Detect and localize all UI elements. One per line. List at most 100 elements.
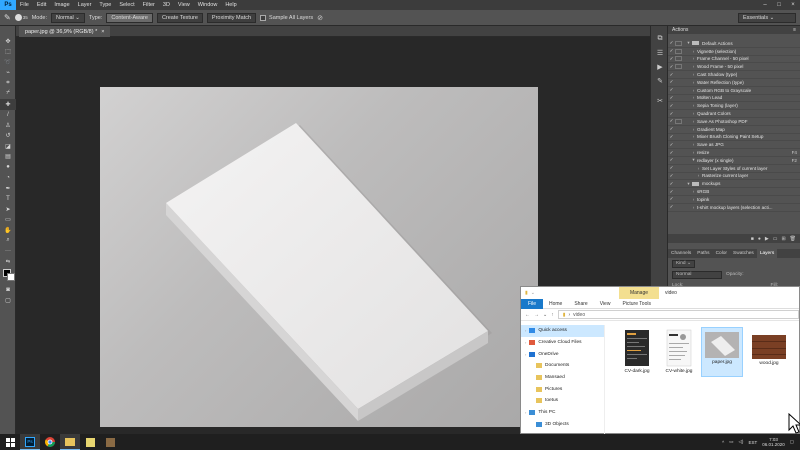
pressure-size-icon[interactable]: ⊘: [317, 14, 323, 22]
expand-triangle-icon[interactable]: ›: [690, 134, 697, 139]
background-color-swatch[interactable]: [7, 273, 15, 281]
blur-tool-icon[interactable]: ●: [0, 162, 16, 173]
expand-triangle-icon[interactable]: ›: [690, 150, 697, 155]
blend-mode-select[interactable]: Normal: [672, 270, 722, 279]
menu-file[interactable]: File: [16, 2, 33, 8]
clone-stamp-tool-icon[interactable]: ♙: [0, 120, 16, 131]
network-icon[interactable]: ▭: [729, 439, 733, 445]
forward-arrow-icon[interactable]: →: [534, 312, 539, 318]
nav-item[interactable]: Pictures: [521, 383, 604, 395]
expand-triangle-icon[interactable]: ›: [690, 88, 697, 93]
address-bar[interactable]: ▮ › video: [557, 310, 799, 319]
dialog-toggle-box[interactable]: [675, 95, 682, 100]
file-item[interactable]: CV-white.jpg: [661, 329, 697, 374]
expand-triangle-icon[interactable]: ›: [690, 56, 697, 61]
document-tab-close-icon[interactable]: ×: [101, 29, 104, 35]
content-aware-button[interactable]: Content-Aware: [106, 12, 153, 23]
volume-icon[interactable]: ◁): [738, 439, 743, 445]
dialog-toggle-box[interactable]: [675, 40, 682, 46]
dialog-toggle-box[interactable]: [675, 88, 682, 93]
eraser-tool-icon[interactable]: ◪: [0, 141, 16, 152]
lasso-tool-icon[interactable]: ➰: [0, 57, 16, 68]
ribbon-tab-picture-tools[interactable]: Picture Tools: [616, 301, 657, 307]
taskbar-sticky-notes[interactable]: [80, 434, 100, 450]
chevron-right-icon[interactable]: ›: [525, 352, 526, 357]
dialog-toggle-box[interactable]: [675, 189, 682, 194]
dialog-toggle-box[interactable]: [675, 64, 682, 70]
action-row[interactable]: ✓ ▾ Default Actions: [668, 40, 800, 48]
actions-panel-icon[interactable]: ▶: [651, 60, 669, 74]
nav-item[interactable]: › Creative Cloud Files: [521, 337, 604, 349]
recent-locations-icon[interactable]: ⌄: [543, 312, 547, 318]
taskbar-explorer[interactable]: [60, 434, 80, 450]
menu-image[interactable]: Image: [50, 2, 73, 8]
action-row[interactable]: ✓ › t-shirt mockup layers (selection acti.…: [668, 204, 800, 212]
expand-triangle-icon[interactable]: ›: [690, 72, 697, 77]
chevron-right-icon[interactable]: ›: [525, 328, 526, 333]
move-tool-icon[interactable]: ✥: [0, 36, 16, 47]
action-toggle-check[interactable]: ✓: [668, 118, 675, 124]
action-row[interactable]: ✓ › Vignette (selection): [668, 48, 800, 56]
taskbar-chrome[interactable]: [40, 434, 60, 450]
nav-item[interactable]: Documents: [521, 360, 604, 372]
brush-tool-icon[interactable]: /: [0, 110, 16, 121]
expand-triangle-icon[interactable]: ›: [690, 49, 697, 54]
action-row[interactable]: ✓ › Wood Frame - 50 pixel: [668, 63, 800, 72]
action-row[interactable]: ✓ › Gradient Map: [668, 126, 800, 134]
ribbon-tab-view[interactable]: View: [594, 301, 617, 307]
ribbon-tab-share[interactable]: Share: [568, 301, 593, 307]
panel-tab-color[interactable]: Color: [713, 251, 730, 256]
chevron-right-icon[interactable]: ›: [525, 410, 526, 415]
expand-triangle-icon[interactable]: ›: [690, 189, 697, 194]
stop-icon[interactable]: ■: [751, 236, 754, 242]
ribbon-tab-file[interactable]: File: [521, 298, 543, 309]
swap-colors-icon[interactable]: ⇆: [0, 257, 16, 268]
brush-panel-icon[interactable]: ✎: [651, 74, 669, 88]
action-row[interactable]: ✓ › Mixer Brush Cloning Paint Setup: [668, 134, 800, 142]
document-tab[interactable]: paper.jpg @ 36,9% (RGB/8) * ×: [19, 26, 111, 37]
menu-type[interactable]: Type: [95, 2, 115, 8]
screen-mode-icon[interactable]: ▢: [0, 296, 16, 307]
action-row[interactable]: ✓ › Quadrant Colors: [668, 110, 800, 118]
brush-preset-picker[interactable]: 35: [14, 14, 28, 21]
dialog-toggle-box[interactable]: [675, 205, 682, 210]
expand-triangle-icon[interactable]: ›: [690, 127, 697, 132]
ribbon-tab-home[interactable]: Home: [543, 301, 568, 307]
chevron-right-icon[interactable]: ›: [525, 340, 526, 345]
spot-healing-tool-icon[interactable]: ✚: [0, 99, 16, 110]
clock[interactable]: 7:03 06.01.2020: [762, 437, 785, 448]
properties-panel-icon[interactable]: ☰: [651, 46, 669, 60]
menu-filter[interactable]: Filter: [139, 2, 159, 8]
menu-view[interactable]: View: [174, 2, 194, 8]
action-toggle-check[interactable]: ✓: [668, 64, 675, 70]
action-toggle-check[interactable]: ✓: [668, 56, 675, 62]
tools-presets-icon[interactable]: ✂: [651, 94, 669, 108]
show-hidden-icons-icon[interactable]: ^: [722, 440, 724, 445]
action-row[interactable]: ✓ › Molten Lead: [668, 95, 800, 103]
dialog-toggle-box[interactable]: [675, 142, 682, 147]
action-toggle-check[interactable]: ✓: [668, 48, 675, 54]
workspace-select[interactable]: Essentials ⌄: [738, 12, 796, 23]
expand-triangle-icon[interactable]: ›: [690, 119, 697, 124]
notifications-icon[interactable]: ▢: [790, 439, 794, 445]
action-row[interactable]: ✓ ▾ mockups: [668, 180, 800, 189]
expand-triangle-icon[interactable]: ›: [690, 197, 697, 202]
delete-icon[interactable]: 🗑: [790, 236, 796, 242]
nav-item[interactable]: toetus: [521, 395, 604, 407]
expand-triangle-icon[interactable]: ▾: [690, 157, 697, 163]
action-toggle-check[interactable]: ✓: [668, 79, 675, 85]
action-toggle-check[interactable]: ✓: [668, 126, 675, 132]
action-row[interactable]: ✓ › Frame Channel - 50 pixel: [668, 56, 800, 64]
taskbar-photoshop[interactable]: Ps: [20, 434, 40, 450]
gradient-tool-icon[interactable]: ▤: [0, 152, 16, 163]
dialog-toggle-box[interactable]: [675, 181, 682, 186]
action-row[interactable]: ✓ › Cast Shadow (type): [668, 71, 800, 79]
action-row[interactable]: ✓ › resize F4: [668, 149, 800, 157]
mode-select[interactable]: Normal ⌄: [51, 12, 85, 23]
action-toggle-check[interactable]: ✓: [668, 142, 675, 148]
expand-triangle-icon[interactable]: ›: [690, 80, 697, 85]
panel-tab-paths[interactable]: Paths: [694, 251, 712, 256]
proximity-match-button[interactable]: Proximity Match: [206, 12, 257, 23]
history-brush-tool-icon[interactable]: ↺: [0, 131, 16, 142]
action-toggle-check[interactable]: ✓: [668, 157, 675, 163]
